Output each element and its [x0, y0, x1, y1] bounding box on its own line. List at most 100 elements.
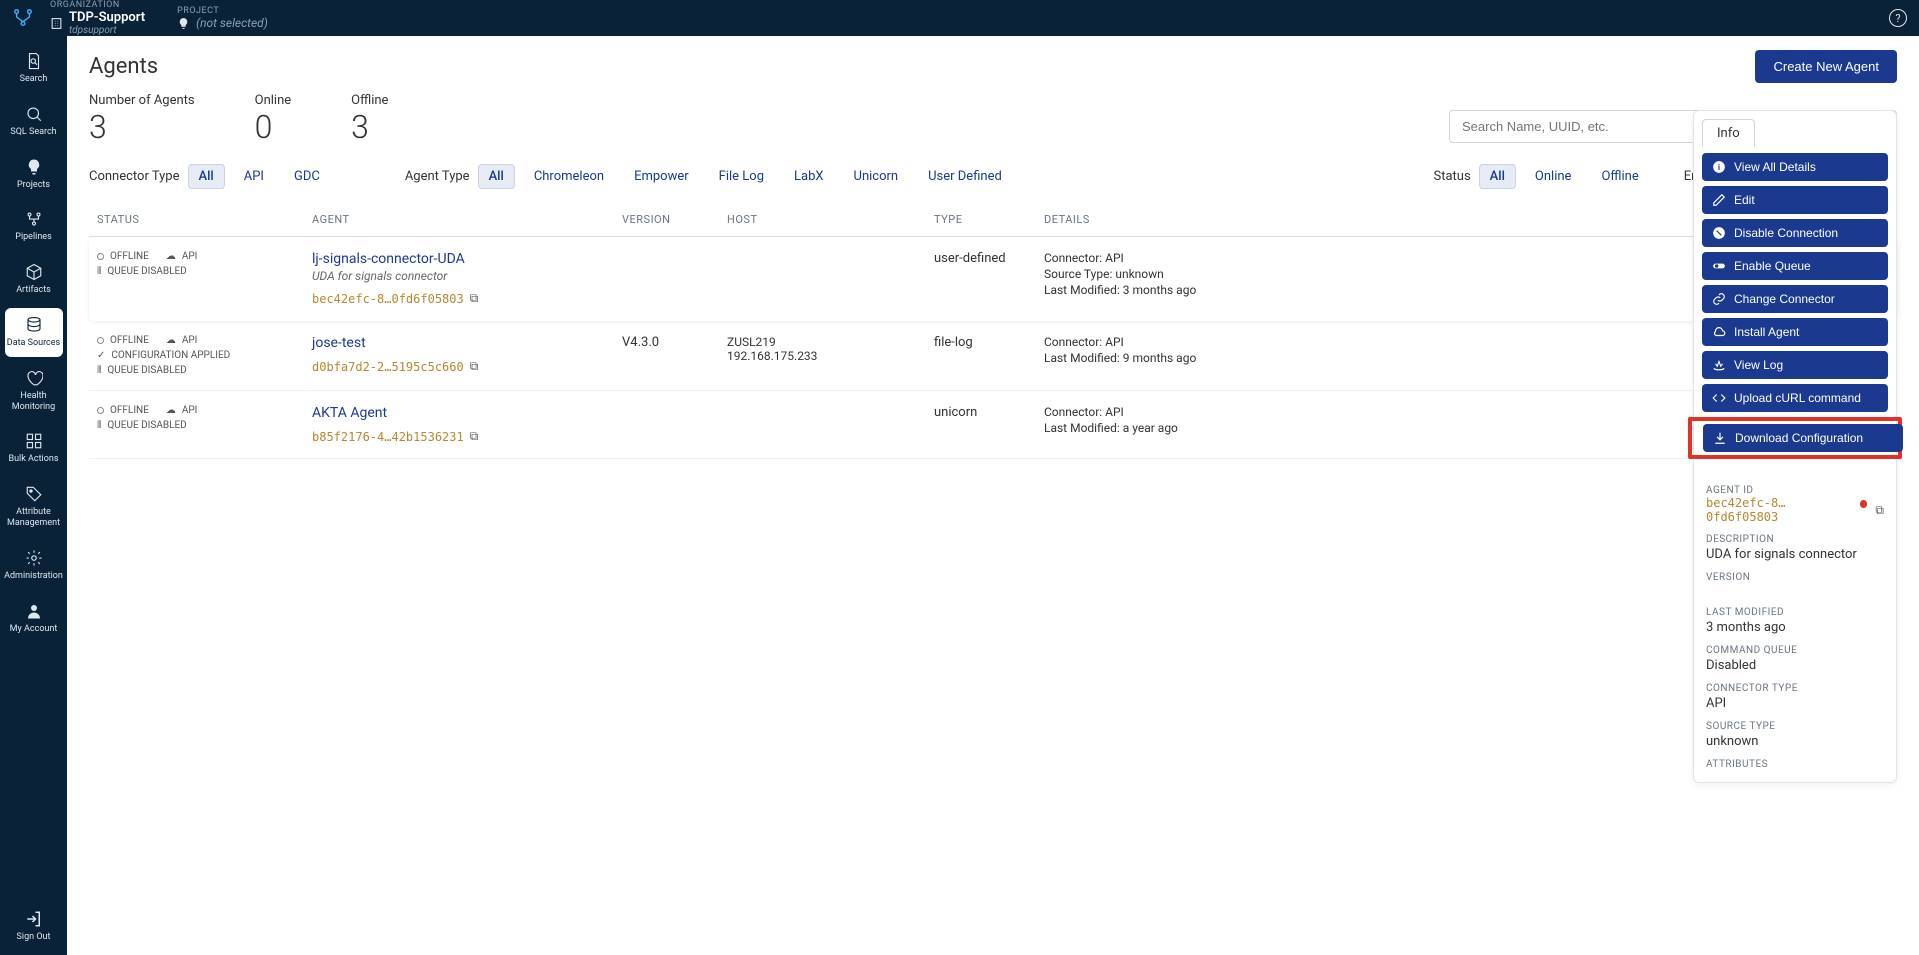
col-version[interactable]: VERSION [622, 213, 727, 226]
help-icon[interactable]: ? [1889, 9, 1907, 27]
agent-name-link[interactable]: AKTA Agent [312, 405, 622, 421]
description-value: UDA for signals connector [1706, 547, 1884, 562]
organization-label: ORGANIZATION [50, 0, 145, 10]
filter-agent-filelog[interactable]: File Log [708, 164, 775, 189]
bulb-icon [25, 158, 43, 176]
sidebar-label: Bulk Actions [8, 454, 58, 465]
cloud-icon: ☁ [166, 405, 176, 416]
filter-status-all[interactable]: All [1479, 164, 1516, 189]
info-icon: i [1712, 160, 1726, 174]
sidebar-item-projects[interactable]: Projects [5, 150, 63, 199]
filter-status-offline[interactable]: Offline [1590, 164, 1649, 189]
copy-icon[interactable]: ⧉ [470, 359, 479, 374]
source-type-value: unknown [1706, 734, 1884, 749]
notification-dot-icon [1860, 500, 1868, 508]
filter-agent-userdefined[interactable]: User Defined [917, 164, 1013, 189]
agent-description: UDA for signals connector [312, 269, 622, 283]
organization-name: TDP-Support [69, 10, 145, 25]
sidebar-item-sql-search[interactable]: SQL Search [5, 97, 63, 146]
agent-id-value: bec42efc-8…0fd6f05803⧉ [1706, 496, 1884, 524]
organization-block[interactable]: ORGANIZATION TDP-Support tdpsupport [50, 0, 145, 36]
filter-agent-all[interactable]: All [478, 164, 515, 189]
pagination: ‹ 1 › [89, 473, 1889, 499]
sidebar-item-sign-out[interactable]: Sign Out [5, 902, 63, 951]
download-icon [1713, 431, 1727, 445]
stat-online-label: Online [255, 93, 292, 108]
download-configuration-button[interactable]: Download Configuration [1703, 424, 1903, 452]
install-agent-button[interactable]: Install Agent [1702, 318, 1888, 346]
aws-icon [1712, 358, 1726, 372]
info-tab[interactable]: Info [1702, 119, 1755, 147]
col-agent[interactable]: AGENT [312, 213, 622, 226]
col-type[interactable]: TYPE [934, 213, 1044, 226]
filter-agent-labx[interactable]: LabX [783, 164, 835, 189]
sidebar-item-artifacts[interactable]: Artifacts [5, 255, 63, 304]
status-dot-icon [97, 407, 104, 414]
copy-icon[interactable]: ⧉ [1875, 503, 1884, 518]
sidebar-item-administration[interactable]: Administration [5, 541, 63, 590]
cloud-icon: ☁ [166, 251, 176, 262]
agent-name-link[interactable]: jose-test [312, 335, 622, 351]
connector-type-label: CONNECTOR TYPE [1706, 683, 1884, 694]
col-host[interactable]: HOST [727, 213, 934, 226]
filter-connector-gdc[interactable]: GDC [283, 164, 331, 189]
filter-row: Connector Type All API GDC Agent Type Al… [89, 164, 1897, 189]
last-modified-label: LAST MODIFIED [1706, 607, 1884, 618]
download-config-highlight: Download Configuration [1688, 417, 1902, 459]
col-status[interactable]: STATUS [97, 213, 312, 226]
stat-count-label: Number of Agents [89, 93, 195, 108]
table-row[interactable]: OFFLINE ☁API ⦀QUEUE DISABLED AKTA Agent … [89, 391, 1897, 459]
attributes-label: ATTRIBUTES [1706, 759, 1884, 770]
disable-connection-button[interactable]: Disable Connection [1702, 219, 1888, 247]
filter-agent-chromeleon[interactable]: Chromeleon [523, 164, 615, 189]
sidebar-item-bulk-actions[interactable]: Bulk Actions [5, 424, 63, 473]
database-icon [25, 316, 43, 334]
filter-connector-type-label: Connector Type [89, 169, 180, 184]
filter-connector-all[interactable]: All [188, 164, 225, 189]
gear-icon [25, 549, 43, 567]
sidebar-label: Projects [17, 180, 50, 191]
change-connector-button[interactable]: Change Connector [1702, 285, 1888, 313]
upload-curl-button[interactable]: Upload cURL command [1702, 384, 1888, 412]
sidebar-item-health[interactable]: Health Monitoring [5, 361, 63, 421]
table-row[interactable]: OFFLINE ☁API ✓CONFIGURATION APPLIED ⦀QUE… [89, 321, 1897, 391]
code-icon [1712, 391, 1726, 405]
sidebar-label: Health Monitoring [5, 391, 63, 413]
table-row[interactable]: OFFLINE ☁API ⦀QUEUE DISABLED lj-signals-… [89, 237, 1897, 321]
app-logo[interactable] [12, 7, 34, 29]
filter-agent-unicorn[interactable]: Unicorn [843, 164, 910, 189]
view-all-details-button[interactable]: iView All Details [1702, 153, 1888, 181]
sidebar-item-search[interactable]: Search [5, 44, 63, 93]
version-label: VERSION [1706, 572, 1884, 583]
create-new-agent-button[interactable]: Create New Agent [1755, 50, 1897, 83]
info-panel: Info iView All Details Edit Disable Conn… [1693, 110, 1897, 783]
api-badge: API [182, 251, 198, 262]
filter-status-online[interactable]: Online [1524, 164, 1583, 189]
view-log-button[interactable]: View Log [1702, 351, 1888, 379]
sign-out-icon [25, 910, 43, 928]
sidebar-item-attribute-management[interactable]: Attribute Management [5, 477, 63, 537]
copy-icon[interactable]: ⧉ [470, 291, 479, 306]
queue-disabled-badge: QUEUE DISABLED [107, 365, 186, 376]
sidebar-label: Search [20, 74, 48, 85]
description-label: DESCRIPTION [1706, 534, 1884, 545]
sidebar-item-pipelines[interactable]: Pipelines [5, 202, 63, 251]
agent-name-link[interactable]: lj-signals-connector-UDA [312, 251, 622, 267]
filter-connector-api[interactable]: API [233, 164, 275, 189]
sidebar-label: Data Sources [7, 338, 60, 349]
sidebar-item-data-sources[interactable]: Data Sources [5, 308, 63, 357]
filter-agent-empower[interactable]: Empower [623, 164, 700, 189]
edit-button[interactable]: Edit [1702, 186, 1888, 214]
version-cell: V4.3.0 [622, 335, 659, 350]
queue-disabled-badge: QUEUE DISABLED [107, 266, 186, 277]
copy-icon[interactable]: ⧉ [470, 429, 479, 444]
queue-disabled-badge: QUEUE DISABLED [107, 420, 186, 431]
filter-status-label: Status [1433, 169, 1470, 184]
project-block[interactable]: PROJECT (not selected) [177, 6, 268, 30]
source-type-label: SOURCE TYPE [1706, 721, 1884, 732]
sidebar-item-my-account[interactable]: My Account [5, 594, 63, 643]
stat-offline-value: 3 [351, 108, 388, 146]
enable-queue-button[interactable]: Enable Queue [1702, 252, 1888, 280]
bulk-icon [25, 432, 43, 450]
table-header: STATUS AGENT VERSION HOST TYPE DETAILS [89, 203, 1897, 237]
